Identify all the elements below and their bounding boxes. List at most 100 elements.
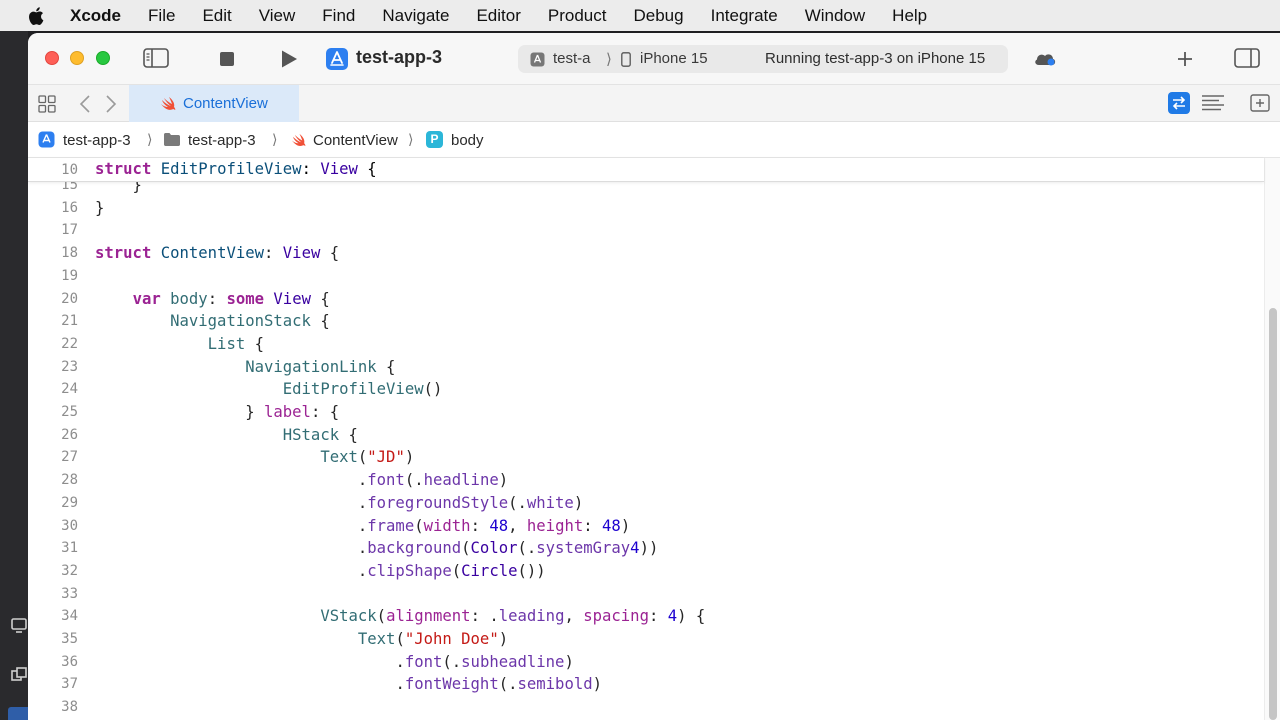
code-line[interactable]: 34 VStack(alignment: .leading, spacing: … [28, 606, 1264, 628]
code-line[interactable]: 31 .background(Color(.systemGray4)) [28, 538, 1264, 560]
minimize-window-button[interactable] [70, 51, 84, 65]
add-icon[interactable] [1176, 50, 1194, 68]
code-line[interactable]: 20 var body: some View { [28, 289, 1264, 311]
line-number: 34 [61, 608, 78, 625]
code-line[interactable]: 21 NavigationStack { [28, 311, 1264, 333]
add-editor-pane-icon[interactable] [1250, 94, 1270, 112]
code-text: NavigationStack { [170, 312, 330, 331]
line-number: 10 [61, 162, 78, 178]
property-symbol-icon: P [426, 131, 443, 148]
cloud-status-icon[interactable] [1033, 51, 1057, 67]
tab-label: ContentView [183, 95, 268, 112]
menu-integrate[interactable]: Integrate [711, 6, 778, 26]
code-line[interactable]: 23 NavigationLink { [28, 357, 1264, 379]
zoom-window-button[interactable] [96, 51, 110, 65]
breadcrumb-file[interactable]: ContentView [313, 132, 398, 149]
code-line[interactable]: 18 struct ContentView: View { [28, 243, 1264, 265]
forward-chevron-icon[interactable] [105, 94, 117, 114]
line-number: 24 [61, 381, 78, 398]
iphone-icon [621, 52, 631, 67]
line-number: 37 [61, 676, 78, 693]
code-text: .font(.subheadline) [395, 652, 574, 671]
xcode-window: test-app-3 test-a ⟩ iPhone 15 Running te… [28, 33, 1280, 720]
menu-help[interactable]: Help [892, 6, 927, 26]
line-number: 22 [61, 335, 78, 352]
breadcrumb-group[interactable]: test-app-3 [188, 132, 256, 149]
sidebar-toggle-icon[interactable] [143, 48, 169, 68]
menu-app-name[interactable]: Xcode [70, 6, 121, 26]
app-target-icon[interactable] [326, 48, 348, 70]
code-line[interactable]: 30 .frame(width: 48, height: 48) [28, 516, 1264, 538]
menu-window[interactable]: Window [805, 6, 865, 26]
breadcrumb-separator: ⟩ [147, 131, 153, 147]
sticky-scope-header[interactable]: 10 struct EditProfileView: View { [28, 158, 1264, 182]
scrollbar-thumb[interactable] [1269, 308, 1277, 720]
menu-navigate[interactable]: Navigate [382, 6, 449, 26]
menu-debug[interactable]: Debug [633, 6, 683, 26]
menu-product[interactable]: Product [548, 6, 607, 26]
editor-mode-button[interactable] [1168, 92, 1190, 114]
line-number: 21 [61, 313, 78, 330]
line-number: 31 [61, 540, 78, 557]
back-chevron-icon[interactable] [79, 94, 91, 114]
folder-icon [164, 133, 180, 146]
dock-item [8, 707, 28, 720]
code-text: Text("JD") [320, 448, 415, 467]
code-line[interactable]: 16} [28, 198, 1264, 220]
line-number: 29 [61, 494, 78, 511]
code-line[interactable]: 35 Text("John Doe") [28, 629, 1264, 651]
stop-icon[interactable] [219, 51, 235, 67]
code-line[interactable]: 32 .clipShape(Circle()) [28, 561, 1264, 583]
code-line[interactable]: 22 List { [28, 334, 1264, 356]
code-line[interactable]: 38 [28, 697, 1264, 719]
code-text: .fontWeight(.semibold) [395, 675, 602, 694]
scheme-name[interactable]: test-a [553, 50, 591, 67]
menu-editor[interactable]: Editor [476, 6, 520, 26]
code-text: } label: { [95, 403, 340, 421]
code-line[interactable]: 36 .font(.subheadline) [28, 652, 1264, 674]
apple-logo-icon[interactable] [26, 5, 48, 27]
close-window-button[interactable] [45, 51, 59, 65]
run-play-icon[interactable] [279, 49, 299, 69]
source-editor[interactable]: 10 struct EditProfileView: View { 15 } 16… [28, 158, 1264, 720]
line-number: 35 [61, 631, 78, 647]
code-line[interactable]: 28 .font(.headline) [28, 470, 1264, 492]
text-lines-icon[interactable] [1201, 94, 1225, 112]
run-destination[interactable]: iPhone 15 [640, 50, 708, 67]
related-items-grid-icon[interactable] [38, 95, 56, 113]
breadcrumb: test-app-3 ⟩ test-app-3 ⟩ ContentView ⟩ … [28, 122, 1280, 158]
code-text: EditProfileView() [282, 380, 443, 399]
desktop-background [0, 31, 28, 720]
code-line[interactable]: 27 Text("JD") [28, 447, 1264, 469]
code-line[interactable]: 37 .fontWeight(.semibold) [28, 674, 1264, 696]
code-line[interactable]: 26 HStack { [28, 425, 1264, 447]
toolbar: test-app-3 test-a ⟩ iPhone 15 Running te… [28, 33, 1280, 85]
menu-file[interactable]: File [148, 6, 175, 26]
code-text: VStack(alignment: .leading, spacing: 4) … [320, 607, 706, 626]
project-title[interactable]: test-app-3 [356, 47, 442, 68]
breadcrumb-symbol[interactable]: body [451, 132, 484, 149]
inspector-toggle-icon[interactable] [1234, 48, 1260, 68]
device-icon [11, 618, 27, 633]
code-text: HStack { [282, 425, 358, 444]
code-line[interactable]: 25 } label: { [28, 402, 1264, 424]
code-text: List { [207, 334, 265, 353]
project-app-icon [38, 131, 55, 148]
menu-edit[interactable]: Edit [202, 6, 231, 26]
line-number: 36 [61, 653, 78, 670]
tab-contentview[interactable]: ContentView [129, 85, 299, 122]
vertical-scrollbar[interactable] [1264, 158, 1280, 720]
sticky-code: struct EditProfileView: View { [95, 160, 377, 178]
line-number: 32 [61, 562, 78, 579]
code-line[interactable]: 24 EditProfileView() [28, 379, 1264, 401]
scheme-destination-bar[interactable]: test-a ⟩ iPhone 15 Running test-app-3 on… [518, 45, 1008, 73]
menu-view[interactable]: View [259, 6, 296, 26]
breadcrumb-project[interactable]: test-app-3 [63, 132, 131, 149]
code-line[interactable]: 33 [28, 584, 1264, 606]
editor-tab-bar: ContentView [28, 85, 1280, 122]
code-line[interactable]: 29 .foregroundStyle(.white) [28, 493, 1264, 515]
menu-find[interactable]: Find [322, 6, 355, 26]
line-number: 18 [61, 245, 78, 262]
code-line[interactable]: 17 [28, 220, 1264, 242]
code-line[interactable]: 19 [28, 266, 1264, 288]
